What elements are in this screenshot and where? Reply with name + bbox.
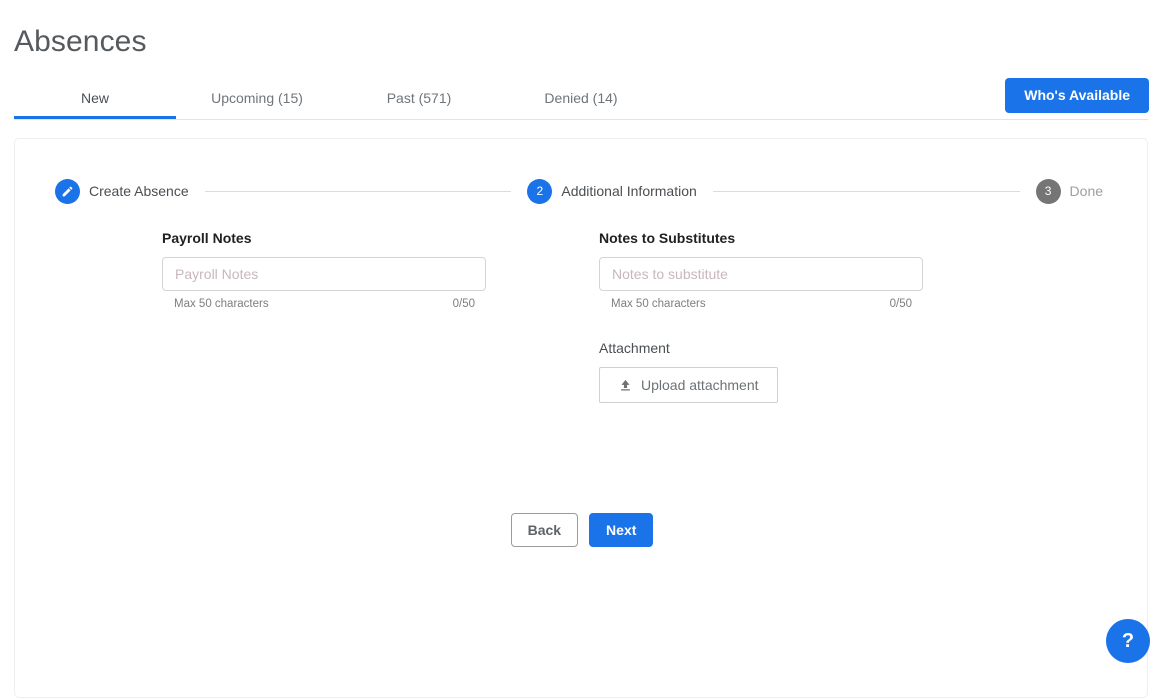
notes-to-substitutes-helper-text: Max 50 characters	[611, 298, 706, 310]
step-done-label: Done	[1069, 183, 1104, 199]
tab-upcoming[interactable]: Upcoming (15)	[176, 78, 338, 119]
tab-denied-label: Denied (14)	[544, 90, 618, 106]
tab-new-label: New	[80, 90, 109, 106]
payroll-notes-helper-row: Max 50 characters 0/50	[162, 298, 486, 310]
tab-bar: New Upcoming (15) Past (571) Denied (14)	[0, 78, 1162, 122]
attachment-group: Attachment Upload attachment	[599, 339, 923, 403]
tab-bar-divider	[14, 119, 1148, 120]
payroll-notes-helper-text: Max 50 characters	[174, 298, 269, 310]
payroll-notes-label: Payroll Notes	[162, 230, 252, 246]
step-additional-information-marker: 2	[527, 178, 553, 204]
step-create-absence-marker	[55, 178, 80, 204]
step-additional-information-label: Additional Information	[561, 183, 697, 199]
wizard-actions: Back Next	[15, 513, 1149, 547]
question-mark-icon: ?	[1121, 629, 1135, 652]
step-done[interactable]: 3 Done	[1035, 178, 1104, 204]
tab-past[interactable]: Past (571)	[338, 78, 500, 119]
attachment-label: Attachment	[599, 340, 670, 356]
payroll-notes-input[interactable]	[162, 257, 486, 291]
step-additional-information[interactable]: 2 Additional Information	[527, 178, 697, 204]
stepper-connector-1	[204, 190, 512, 192]
upload-attachment-label: Upload attachment	[641, 377, 759, 393]
notes-to-substitutes-group: Notes to Substitutes Max 50 characters 0…	[599, 229, 923, 403]
help-button[interactable]: ?	[1106, 619, 1150, 663]
step-done-marker: 3	[1035, 178, 1061, 204]
wizard-stepper: Create Absence 2 Additional Information …	[15, 178, 1149, 204]
step-create-absence[interactable]: Create Absence	[55, 178, 189, 204]
step-create-absence-label: Create Absence	[89, 183, 189, 199]
pencil-icon	[62, 186, 73, 196]
tab-past-label: Past (571)	[386, 90, 452, 106]
upload-attachment-button[interactable]: Upload attachment	[599, 367, 778, 403]
absence-wizard-panel: Create Absence 2 Additional Information …	[14, 138, 1148, 698]
whos-available-button[interactable]: Who's Available	[1005, 78, 1149, 113]
notes-to-substitutes-counter: 0/50	[889, 298, 912, 310]
tab-list: New Upcoming (15) Past (571) Denied (14)	[14, 78, 662, 119]
tab-denied[interactable]: Denied (14)	[500, 78, 662, 119]
upload-icon	[621, 379, 630, 390]
notes-to-substitutes-input[interactable]	[599, 257, 923, 291]
back-button[interactable]: Back	[510, 513, 579, 547]
next-button[interactable]: Next	[589, 513, 654, 547]
payroll-notes-group: Payroll Notes Max 50 characters 0/50	[162, 229, 486, 310]
notes-to-substitutes-helper-row: Max 50 characters 0/50	[599, 298, 923, 310]
tab-new[interactable]: New	[14, 78, 176, 119]
tab-upcoming-label: Upcoming (15)	[211, 90, 303, 106]
stepper-connector-2	[712, 190, 1020, 192]
page-title: Absences	[14, 25, 147, 58]
payroll-notes-counter: 0/50	[452, 298, 475, 310]
notes-to-substitutes-label: Notes to Substitutes	[599, 230, 736, 246]
